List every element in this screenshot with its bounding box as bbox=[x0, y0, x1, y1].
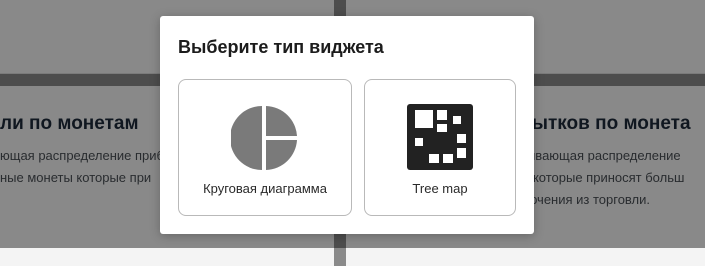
widget-type-dialog: Выберите тип виджета Круговая диаграмма bbox=[160, 16, 534, 234]
pie-chart-icon bbox=[230, 104, 299, 177]
pie-chart-option[interactable]: Круговая диаграмма bbox=[178, 79, 352, 216]
treemap-option-label: Tree map bbox=[412, 181, 468, 196]
treemap-icon bbox=[407, 104, 473, 175]
pie-chart-option-label: Круговая диаграмма bbox=[203, 181, 327, 196]
dialog-title: Выберите тип виджета bbox=[178, 37, 384, 57]
treemap-option[interactable]: Tree map bbox=[364, 79, 516, 216]
